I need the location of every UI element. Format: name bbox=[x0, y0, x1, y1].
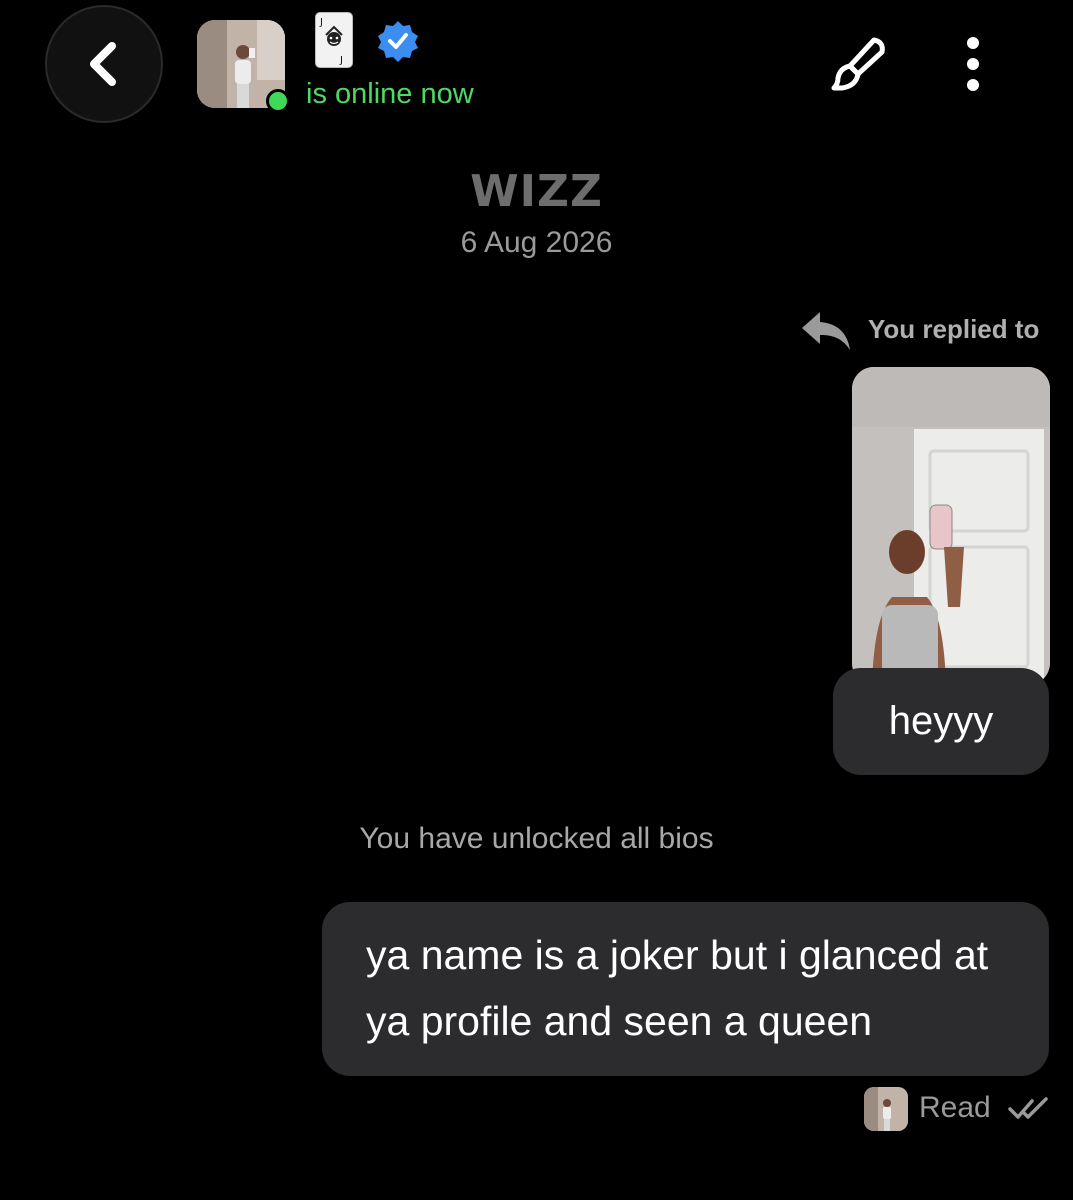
message-text: ya name is a joker but i glanced at ya p… bbox=[366, 932, 989, 1044]
paintbrush-icon[interactable] bbox=[828, 34, 888, 94]
svg-text:J: J bbox=[319, 17, 323, 28]
conversation-date: 6 Aug 2026 bbox=[460, 226, 613, 259]
replied-photo[interactable] bbox=[852, 367, 1050, 685]
verified-badge-icon bbox=[378, 21, 418, 62]
online-indicator bbox=[266, 89, 290, 113]
system-notice: You have unlocked all bios bbox=[359, 822, 714, 855]
reply-label: You replied to bbox=[868, 314, 1040, 344]
chevron-left-icon bbox=[90, 42, 116, 86]
joker-card-icon: J J bbox=[315, 12, 353, 68]
read-receipt-avatar bbox=[864, 1087, 908, 1131]
more-vertical-icon[interactable] bbox=[958, 36, 988, 92]
online-status: is online now bbox=[306, 78, 474, 110]
svg-text:J: J bbox=[339, 55, 343, 66]
read-receipt: Read bbox=[919, 1091, 991, 1124]
double-check-icon bbox=[1008, 1097, 1048, 1119]
message-bubble[interactable]: heyyy bbox=[833, 668, 1049, 775]
message-bubble[interactable]: ya name is a joker but i glanced at ya p… bbox=[322, 902, 1049, 1076]
back-button[interactable] bbox=[45, 5, 163, 123]
app-logo: WIZZ bbox=[470, 166, 603, 217]
message-text: heyyy bbox=[888, 699, 994, 743]
reply-icon bbox=[802, 312, 850, 350]
